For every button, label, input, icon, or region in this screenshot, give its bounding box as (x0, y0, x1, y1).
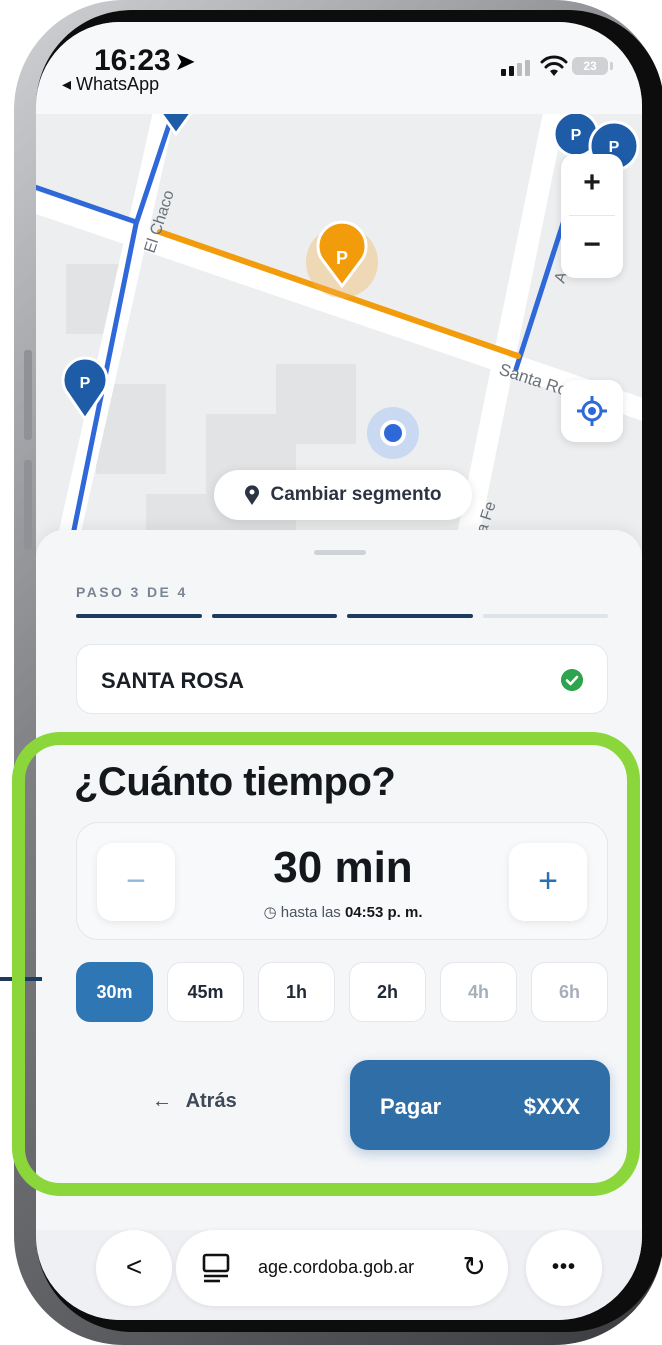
preset-4h[interactable]: 4h (440, 962, 517, 1022)
increase-duration-button[interactable]: + (509, 843, 587, 921)
zoom-out-button[interactable]: − (561, 216, 623, 276)
phone-screen: 16:23 ➤ ◂ WhatsApp 23 El Chaco Santa Ros… (36, 22, 642, 1320)
browser-back-button[interactable]: < (96, 1230, 172, 1306)
crosshair-icon (577, 396, 607, 426)
more-icon: ••• (551, 1256, 576, 1278)
clock-icon: ◷ (263, 904, 277, 921)
svg-text:P: P (80, 375, 91, 392)
annotation-line (0, 977, 42, 981)
url-bar[interactable]: age.cordoba.gob.ar ↻ (176, 1230, 508, 1306)
more-options-button[interactable]: ••• (526, 1230, 602, 1306)
duration-value: 30 min (273, 843, 413, 892)
back-label: Atrás (185, 1090, 237, 1112)
check-circle-icon (561, 669, 583, 691)
change-segment-label: Cambiar segmento (270, 484, 442, 505)
wifi-icon (540, 55, 568, 76)
arrow-left-icon: ← (152, 1090, 172, 1112)
location-arrow-icon: ➤ (174, 46, 196, 76)
battery-icon: 23 (572, 57, 613, 75)
parking-pin-orange[interactable]: P (306, 220, 378, 298)
end-time: ◷ hasta las 04:53 p. m. (197, 903, 489, 921)
pay-amount: $XXX (523, 1094, 580, 1119)
preset-1h[interactable]: 1h (258, 962, 335, 1022)
status-bar: 16:23 ➤ ◂ WhatsApp 23 (36, 22, 642, 114)
selected-street-card[interactable]: SANTA ROSA (76, 644, 608, 714)
pay-label: Pagar (380, 1094, 442, 1119)
chevron-left-icon: < (125, 1251, 143, 1282)
duration-presets: 30m 45m 1h 2h 4h 6h (76, 962, 608, 1022)
map-pin-icon (245, 485, 260, 505)
change-segment-button[interactable]: Cambiar segmento (214, 470, 472, 520)
browser-toolbar: < age.cordoba.gob.ar ↻ ••• (36, 1230, 642, 1320)
zoom-in-button[interactable]: + (561, 154, 623, 214)
volume-down-button (24, 460, 32, 550)
selected-street-name: SANTA ROSA (101, 668, 244, 693)
svg-text:P: P (336, 248, 348, 268)
bottom-sheet: PASO 3 DE 4 SANTA ROSA ¿Cuánto tiempo? −… (36, 530, 642, 1230)
duration-stepper: − 30 min ◷ hasta las 04:53 p. m. + (76, 822, 608, 940)
until-time: 04:53 p. m. (344, 904, 423, 921)
preset-45m[interactable]: 45m (167, 962, 244, 1022)
progress-segment-4 (482, 614, 608, 618)
progress-segment-2 (211, 614, 337, 618)
back-button[interactable]: ← Atrás (152, 1090, 237, 1113)
svg-text:P: P (571, 127, 582, 144)
status-time: 16:23 (94, 44, 171, 77)
url-text: age.cordoba.gob.ar (258, 1257, 415, 1277)
reload-icon[interactable]: ↻ (463, 1250, 486, 1283)
progress-bar (76, 614, 608, 618)
cellular-signal-icon (501, 60, 530, 76)
back-to-app-link[interactable]: ◂ WhatsApp (62, 74, 159, 95)
progress-segment-3 (347, 614, 473, 618)
pay-button[interactable]: Pagar $XXX (350, 1060, 610, 1150)
decrease-duration-button[interactable]: − (97, 843, 175, 921)
step-indicator: PASO 3 DE 4 (76, 584, 188, 600)
progress-segment-1 (76, 614, 202, 618)
back-app-label: WhatsApp (76, 74, 160, 94)
sheet-drag-handle[interactable] (314, 550, 366, 555)
duration-question: ¿Cuánto tiempo? (74, 760, 396, 804)
tabs-icon (202, 1253, 230, 1283)
preset-2h[interactable]: 2h (349, 962, 426, 1022)
zoom-control: + − (561, 154, 623, 278)
volume-up-button (24, 350, 32, 440)
locate-me-button[interactable] (561, 380, 623, 442)
until-prefix: hasta las (280, 904, 341, 921)
screenshot-stage: 16:23 ➤ ◂ WhatsApp 23 El Chaco Santa Ros… (0, 0, 662, 1345)
preset-30m[interactable]: 30m (76, 962, 153, 1022)
preset-6h[interactable]: 6h (531, 962, 608, 1022)
